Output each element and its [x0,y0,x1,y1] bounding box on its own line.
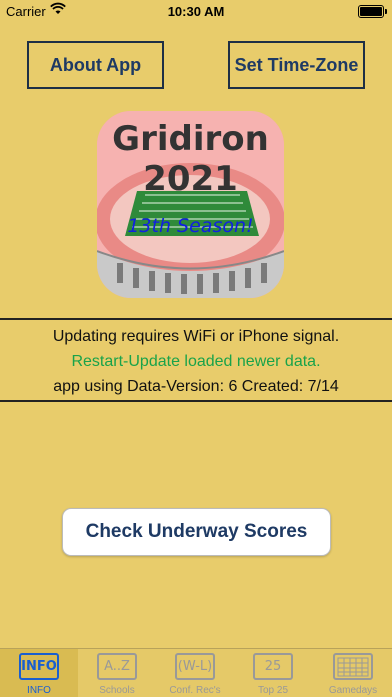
tab-info[interactable]: INFO INFO [0,649,78,697]
app-icon-tagline: 13th Season! [127,215,254,237]
app-icon-title: Gridiron [112,119,269,159]
info-icon: INFO [19,653,59,680]
tab-label: Schools [99,685,135,696]
app-icon: Gridiron 2021 13th Season! [97,111,284,298]
tab-label: Conf. Rec's [169,685,221,696]
wl-icon: (W-L) [175,653,215,680]
tab-top25[interactable]: 25 Top 25 [234,649,312,697]
calendar-icon [333,653,373,680]
info-panel: Updating requires WiFi or iPhone signal.… [0,318,392,402]
app-icon-year: 2021 [143,159,238,199]
top25-icon: 25 [253,653,293,680]
battery-icon [358,5,387,18]
info-line-3: app using Data-Version: 6 Created: 7/14 [53,378,339,395]
tab-label: INFO [27,685,51,696]
tab-conf-recs[interactable]: (W-L) Conf. Rec's [156,649,234,697]
set-timezone-button[interactable]: Set Time-Zone [228,41,365,89]
tab-schools[interactable]: A..Z Schools [78,649,156,697]
tab-label: Gamedays [328,685,378,696]
check-underway-scores-button[interactable]: Check Underway Scores [62,508,331,556]
tab-gamedays[interactable]: Gamedays [314,649,392,697]
status-time: 10:30 AM [167,4,225,19]
status-bar: Carrier 10:30 AM [0,0,392,22]
tab-bar: INFO INFO A..Z Schools (W-L) Conf. Rec's… [0,648,392,697]
az-icon: A..Z [97,653,137,680]
tab-label: Top 25 [257,685,289,696]
info-line-2: Restart-Update loaded newer data. [71,353,321,370]
info-line-1: Updating requires WiFi or iPhone signal. [52,328,340,345]
about-app-button[interactable]: About App [27,41,164,89]
